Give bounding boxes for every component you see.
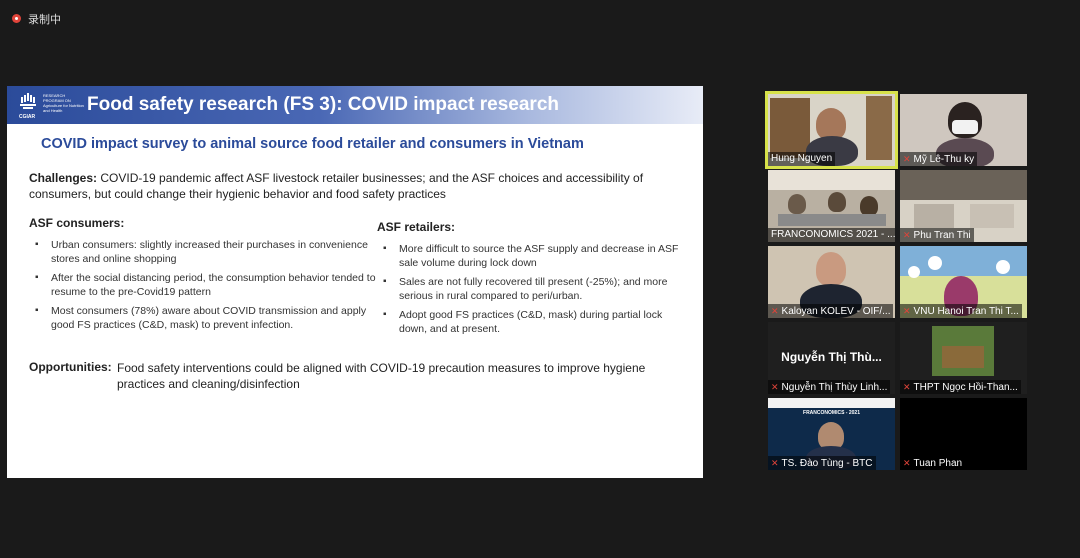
room-ceiling	[900, 170, 1027, 200]
participant-name-label: ✕ Kaloyan KOLEV - OIF/...	[768, 304, 894, 318]
participant-name: VNU Hanoi Tran Thi T...	[913, 306, 1019, 317]
room-window	[914, 204, 954, 228]
participant-name-label: FRANCONOMICS 2021 - ...	[768, 228, 895, 242]
consumers-heading: ASF consumers:	[29, 216, 125, 230]
participant-name-label: ✕ TS. Đào Tùng - BTC	[768, 456, 876, 470]
room-window	[970, 204, 1014, 228]
room-wall	[768, 170, 895, 190]
banner-logos	[768, 398, 895, 408]
participant-tile-hung-nguyen[interactable]: Hung Nguyen	[765, 91, 898, 169]
participant-name: Tuan Phan	[913, 458, 963, 469]
participant-name-label: Hung Nguyen	[768, 152, 836, 166]
participant-tile-phu-tran[interactable]: ✕ Phu Tran Thi	[900, 170, 1027, 242]
participant-name: Nguyễn Thị Thùy Linh...	[781, 382, 888, 393]
participant-name: Phu Tran Thi	[913, 230, 971, 241]
recording-label: 录制中	[28, 14, 61, 26]
participant-name: Hung Nguyen	[771, 153, 833, 164]
participant-name-label: ✕ Nguyễn Thị Thùy Linh...	[768, 380, 891, 394]
daisy	[908, 266, 920, 278]
opportunities-text: Food safety interventions could be align…	[117, 361, 646, 391]
participant-video	[788, 194, 806, 214]
participant-name: Kaloyan KOLEV - OIF/...	[781, 306, 891, 317]
consumers-list: Urban consumers: slightly increased thei…	[29, 238, 379, 332]
consumers-column: ASF consumers: Urban consumers: slightly…	[29, 216, 379, 337]
participant-tile-my-le[interactable]: ✕ Mỹ Lê-Thu ky	[900, 94, 1027, 166]
list-item: Adopt good FS practices (C&D, mask) duri…	[377, 308, 687, 336]
daisy	[928, 256, 942, 270]
face-mask	[952, 120, 978, 134]
participant-tile-tuan-phan[interactable]: ✕ Tuan Phan	[900, 398, 1027, 470]
participant-name: TS. Đào Tùng - BTC	[781, 458, 873, 469]
participant-tile-nguyen-thi-thuy-linh[interactable]: Nguyễn Thị Thù... ✕ Nguyễn Thị Thùy Linh.…	[768, 322, 895, 394]
participant-name-label: ✕ Mỹ Lê-Thu ky	[900, 152, 978, 166]
retailers-heading: ASF retailers:	[377, 220, 456, 234]
recording-icon	[12, 14, 21, 23]
logo-org-text: CGIAR	[19, 114, 36, 120]
participant-name-label: ✕ VNU Hanoi Tran Thi T...	[900, 304, 1022, 318]
participant-video	[828, 192, 846, 212]
daisy	[996, 260, 1010, 274]
top-bar: 录制中	[0, 0, 1080, 36]
retailers-column: ASF retailers: More difficult to source …	[377, 220, 687, 341]
building	[942, 346, 984, 368]
slide-title: Food safety research (FS 3): COVID impac…	[87, 94, 559, 115]
list-item: After the social distancing period, the …	[29, 271, 379, 299]
bookshelf	[770, 98, 810, 158]
shared-screen-slide: RESEARCH PROGRAM ON Agriculture for Nutr…	[7, 86, 703, 478]
participant-tile-franconomics[interactable]: FRANCONOMICS 2021 - ...	[768, 170, 895, 242]
participant-tile-dao-tung[interactable]: FRANCONOMICS - 2021 ✕ TS. Đào Tùng - BTC	[768, 398, 895, 470]
participant-name-label: ✕ THPT Ngọc Hồi-Than...	[900, 380, 1021, 394]
participant-name: THPT Ngọc Hồi-Than...	[913, 382, 1018, 393]
participant-tile-thpt-ngoc-hoi[interactable]: ✕ THPT Ngọc Hồi-Than...	[900, 322, 1027, 394]
participant-avatar-image	[932, 326, 994, 376]
participant-name-label: ✕ Tuan Phan	[900, 456, 966, 470]
opportunities-label: Opportunities:	[29, 360, 112, 374]
participant-name: Mỹ Lê-Thu ky	[913, 154, 975, 165]
participant-tile-kaloyan-kolev[interactable]: ✕ Kaloyan KOLEV - OIF/...	[768, 246, 895, 318]
mic-muted-icon: ✕	[771, 458, 779, 468]
list-item: Sales are not fully recovered till prese…	[377, 275, 687, 303]
mic-muted-icon: ✕	[903, 306, 911, 316]
challenges-paragraph: Challenges: COVID-19 pandemic affect ASF…	[29, 170, 669, 202]
cgiar-logo: RESEARCH PROGRAM ON Agriculture for Nutr…	[17, 90, 85, 120]
list-item: More difficult to source the ASF supply …	[377, 242, 687, 270]
participant-name-label: ✕ Phu Tran Thi	[900, 228, 974, 242]
slide-header: RESEARCH PROGRAM ON Agriculture for Nutr…	[7, 86, 703, 124]
participant-video	[816, 252, 846, 286]
participant-video	[860, 196, 878, 216]
participant-tile-vnu-hanoi[interactable]: ✕ VNU Hanoi Tran Thi T...	[900, 246, 1027, 318]
challenges-label: Challenges:	[29, 171, 98, 185]
mic-muted-icon: ✕	[771, 382, 779, 392]
logo-mark-icon	[20, 93, 36, 109]
logo-program-text: RESEARCH PROGRAM ON Agriculture for Nutr…	[43, 93, 84, 113]
bookshelf	[866, 96, 892, 160]
mic-muted-icon: ✕	[903, 230, 911, 240]
screen-title: FRANCONOMICS - 2021	[803, 410, 860, 416]
challenges-text: COVID-19 pandemic affect ASF livestock r…	[29, 171, 644, 201]
participant-name: FRANCONOMICS 2021 - ...	[771, 229, 895, 240]
slide-subtitle: COVID impact survey to animal source foo…	[41, 136, 584, 152]
list-item: Urban consumers: slightly increased thei…	[29, 238, 379, 266]
participant-display-name: Nguyễn Thị Thù...	[781, 350, 882, 364]
list-item: Most consumers (78%) aware about COVID t…	[29, 304, 379, 332]
conference-table	[778, 214, 886, 226]
mic-muted-icon: ✕	[771, 306, 779, 316]
mic-muted-icon: ✕	[903, 154, 911, 164]
mic-muted-icon: ✕	[903, 382, 911, 392]
mic-muted-icon: ✕	[903, 458, 911, 468]
retailers-list: More difficult to source the ASF supply …	[377, 242, 687, 336]
